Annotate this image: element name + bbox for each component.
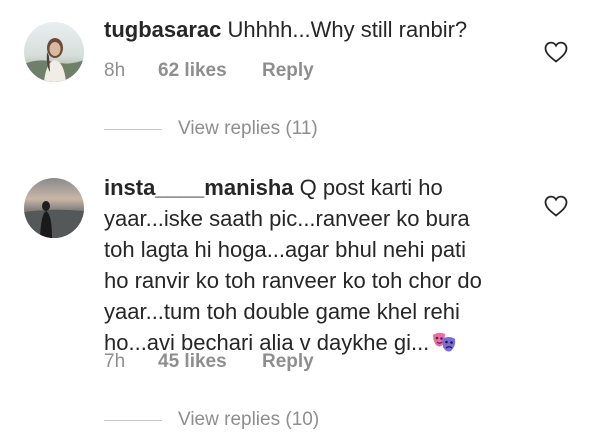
profile-photo-icon [24,178,84,238]
profile-photo-icon [24,22,84,82]
comment-line: toh lagta hi hoga...agar bhul nehi pati [104,237,467,262]
performing-arts-masks-icon [431,330,457,354]
comment-meta: 8h 62 likes Reply [104,60,314,82]
view-replies-label: View replies (11) [178,118,318,139]
likes-count[interactable]: 62 likes [158,60,262,82]
comment-line: insta____manisha Q post karti ho [104,172,574,203]
reply-button[interactable]: Reply [262,60,314,82]
comment-text: tugbasarac Uhhhh...Why still ranbir? [104,14,564,45]
comment-line: ho ranvir ko toh ranveer ko toh chor do [104,268,482,293]
username-link[interactable]: tugbasarac [104,17,221,42]
timestamp: 7h [104,351,126,372]
timestamp: 8h [104,60,126,81]
comment-line: yaar...iske saath pic...ranveer ko bura [104,206,470,231]
username-link[interactable]: insta____manisha [104,175,294,200]
reply-button[interactable]: Reply [262,351,314,373]
comment-body-line: Q post karti ho [293,175,443,200]
comment-item: tugbasarac Uhhhh...Why still ranbir? 8h … [0,0,600,150]
avatar[interactable] [24,22,84,82]
avatar[interactable] [24,178,84,238]
comment-line: yaar...tum toh double game khel rehi [104,299,460,324]
view-replies-button[interactable]: View replies (11) [104,118,318,140]
like-heart-icon[interactable] [543,40,569,64]
comment-text: insta____manisha Q post karti ho yaar...… [104,172,574,358]
comment-item: insta____manisha Q post karti ho yaar...… [0,150,600,435]
divider-line [104,419,162,421]
view-replies-label: View replies (10) [178,409,320,430]
comment-body: Uhhhh...Why still ranbir? [221,17,468,42]
likes-count[interactable]: 45 likes [158,351,262,373]
comment-meta: 7h 45 likes Reply [104,351,314,373]
like-heart-icon[interactable] [543,194,569,218]
view-replies-button[interactable]: View replies (10) [104,409,319,431]
divider-line [104,128,162,130]
